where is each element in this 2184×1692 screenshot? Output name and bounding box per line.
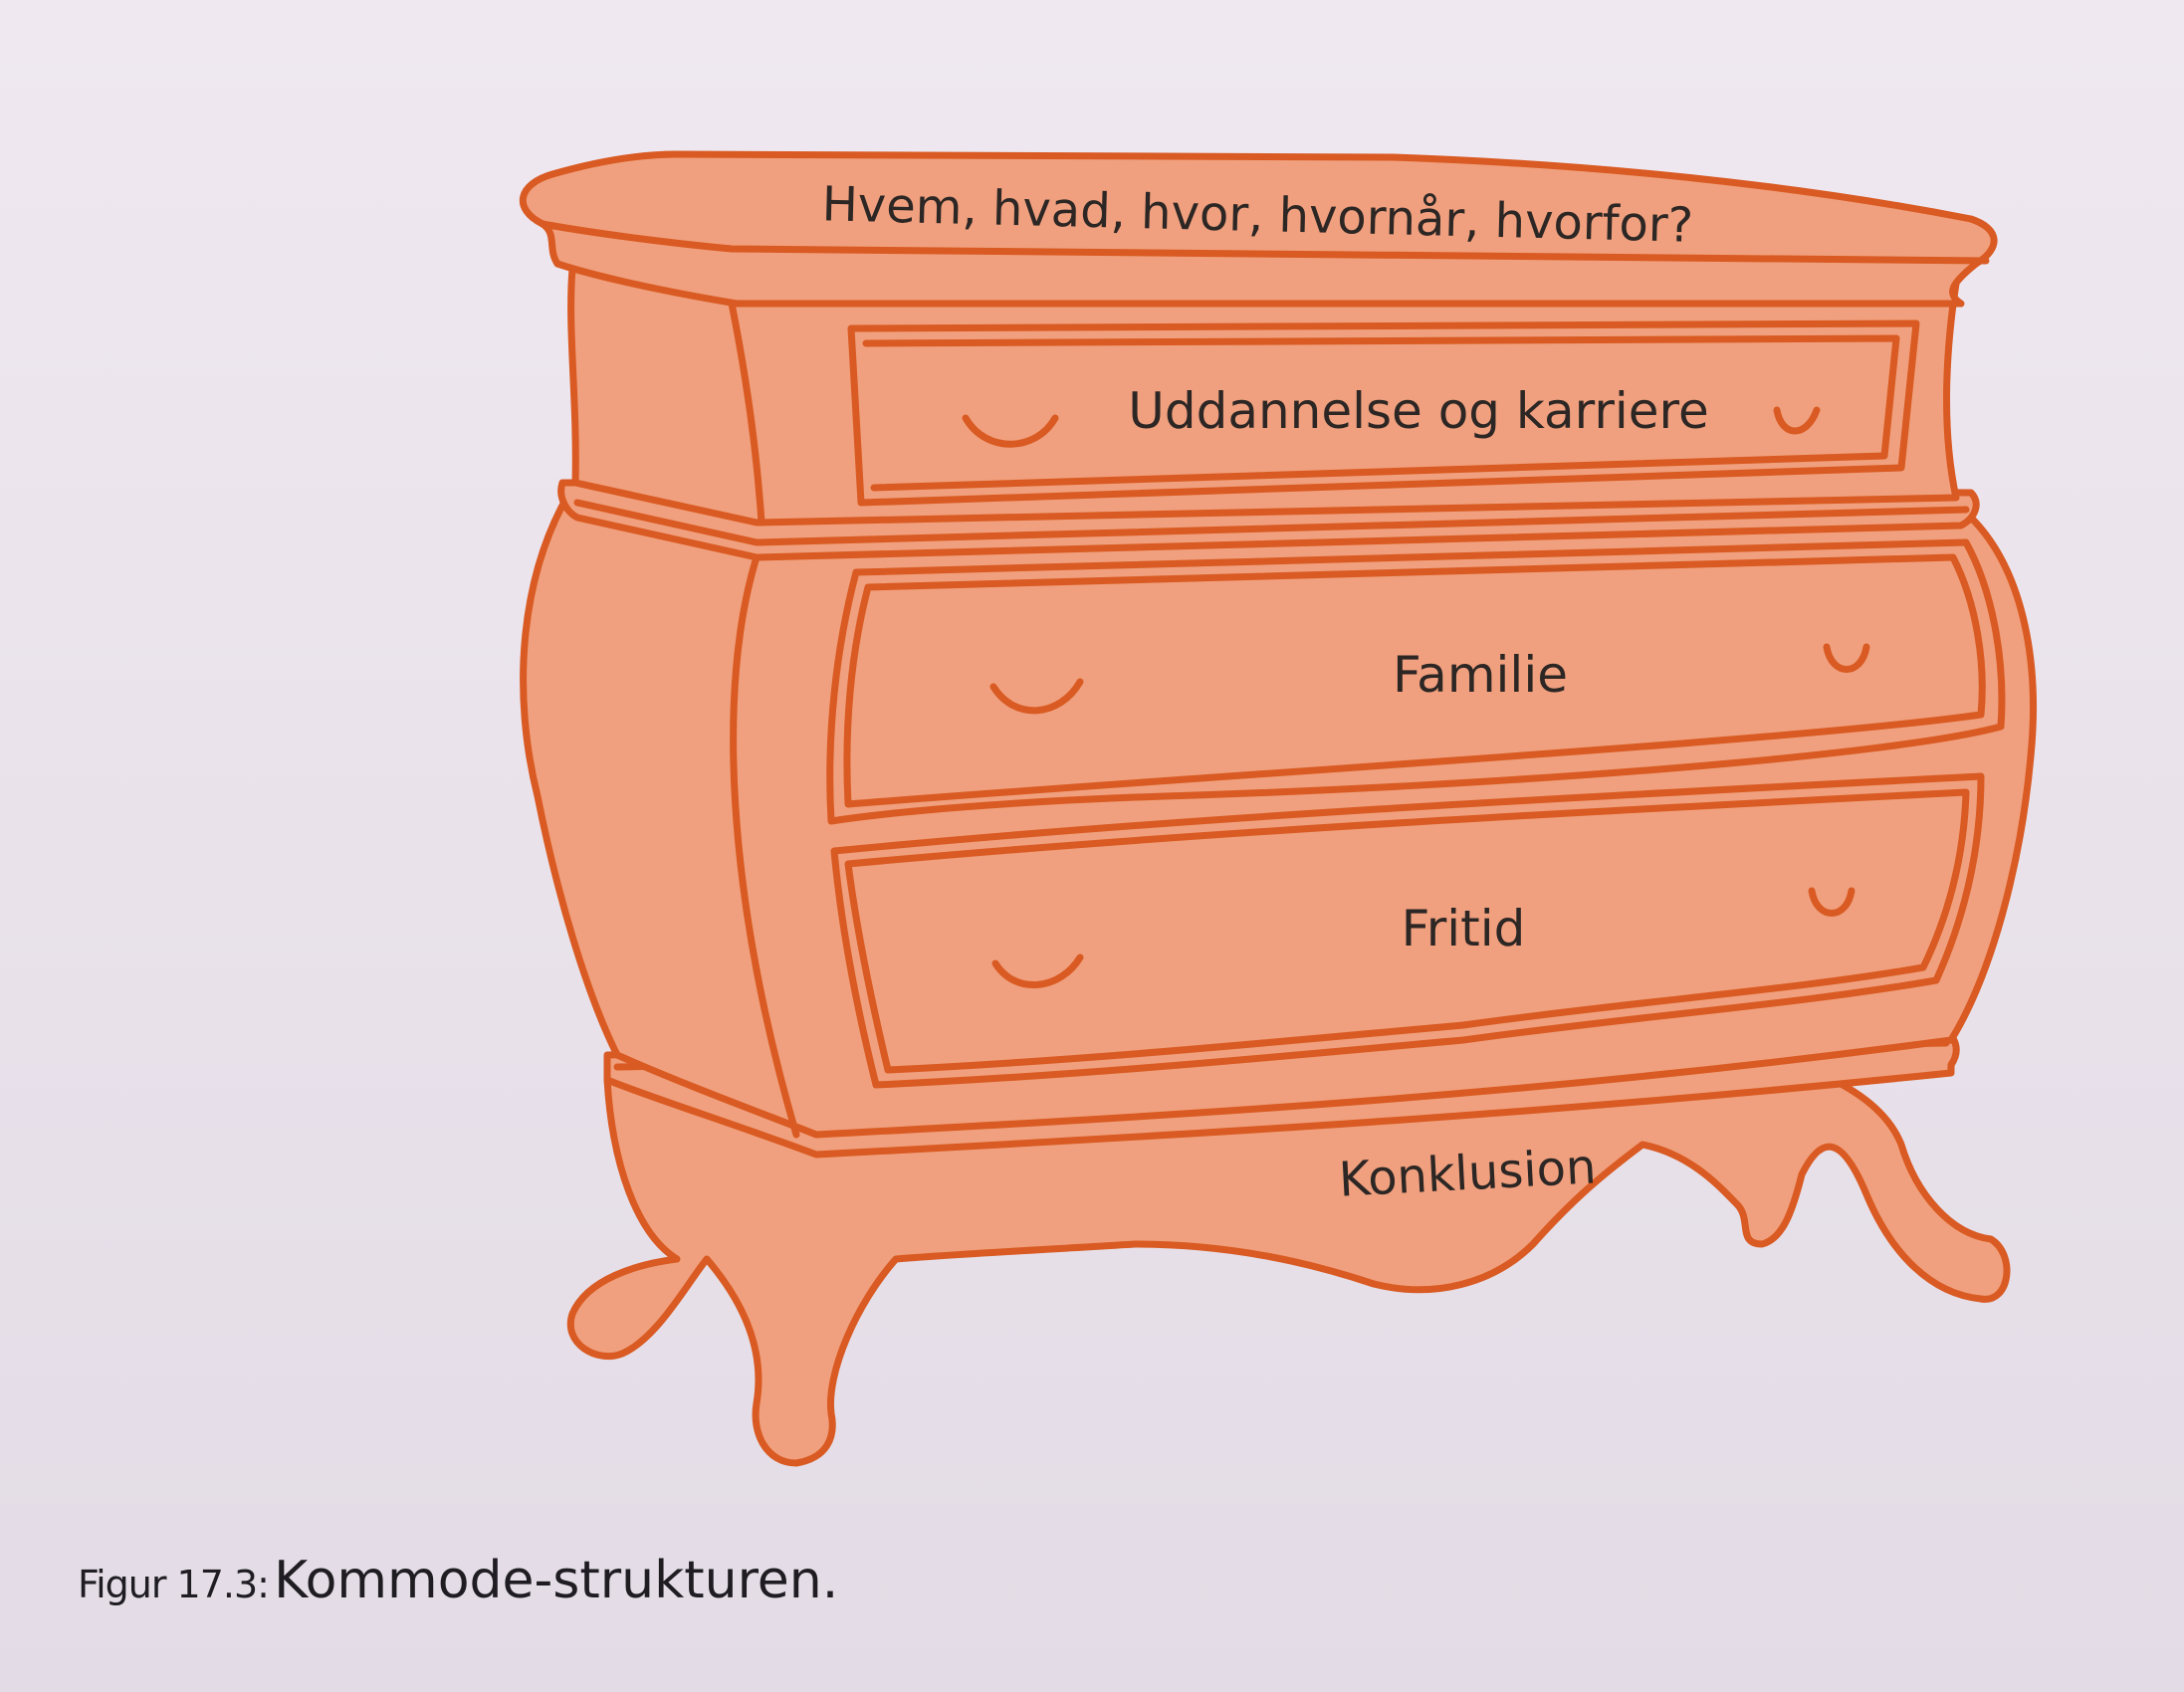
dresser-illustration: Hvem, hvad, hvor, hvornår, hvorfor? Udda… [519, 150, 2037, 1467]
figure-caption: Figur 17.3: Kommode-strukturen. [78, 1551, 838, 1610]
drawer-label-1: Uddannelse og karriere [1128, 382, 1709, 440]
drawer-label-3: Fritid [1402, 900, 1526, 957]
figure-number: Figur 17.3: [78, 1563, 270, 1606]
figure-title: Kommode-strukturen. [274, 1551, 839, 1610]
book-page: Hvem, hvad, hvor, hvornår, hvorfor? Udda… [0, 0, 2184, 1692]
drawer-label-2: Familie [1393, 646, 1568, 704]
